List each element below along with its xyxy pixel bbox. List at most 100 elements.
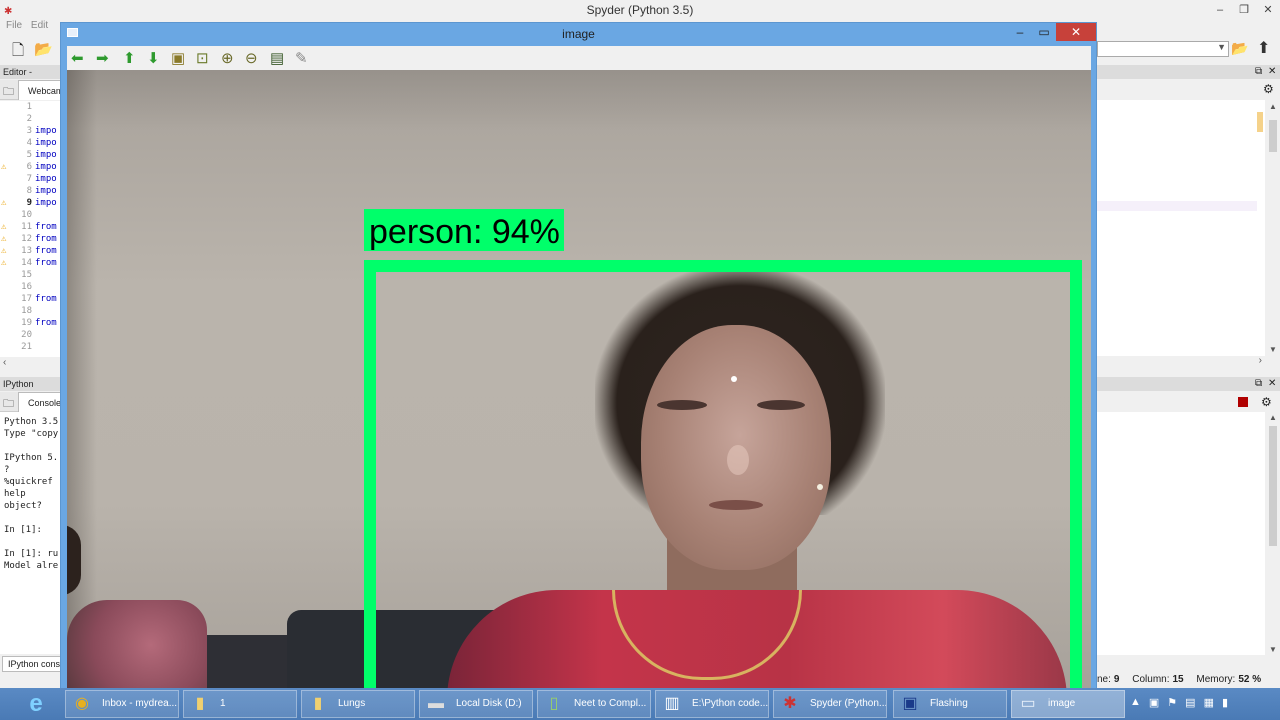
volume-icon[interactable]: ▤ xyxy=(1185,696,1195,712)
ipython-console-tab[interactable]: IPython console xyxy=(2,656,62,672)
maximize-button[interactable]: ▭ xyxy=(1032,23,1056,41)
working-directory-combo[interactable]: ▼ xyxy=(1097,41,1229,57)
close-button[interactable]: ✕ xyxy=(1256,0,1280,20)
code-line[interactable]: ⚠ 13 from xyxy=(0,245,62,257)
gear-icon[interactable]: ⚙ xyxy=(1261,395,1272,409)
network-icon[interactable]: ▣ xyxy=(1149,696,1159,712)
warning-icon[interactable]: ⚠ xyxy=(1,245,6,257)
browse-tabs-icon[interactable]: 🗀 xyxy=(3,83,14,102)
code-line[interactable]: 15 xyxy=(0,269,62,281)
scroll-up-icon[interactable]: ▲ xyxy=(1269,413,1277,422)
editor-horizontal-scrollbar[interactable]: ‹ xyxy=(0,357,62,370)
code-line[interactable]: 21 xyxy=(0,341,62,353)
maximize-button[interactable]: ❐ xyxy=(1232,0,1256,20)
internet-explorer-icon[interactable]: e xyxy=(22,690,50,718)
taskbar-item[interactable]: ▭ image xyxy=(1011,690,1125,718)
code-line[interactable]: 8 impo xyxy=(0,185,62,197)
scroll-thumb[interactable] xyxy=(1269,426,1277,546)
minimize-button[interactable]: – xyxy=(1208,0,1232,20)
code-line[interactable]: 4 impo xyxy=(0,137,62,149)
zoom-in-icon[interactable]: ⊕ xyxy=(221,49,234,67)
parent-directory-icon[interactable]: ⬆ xyxy=(1257,38,1270,58)
gear-icon[interactable]: ⚙ xyxy=(1263,82,1274,96)
flag-icon[interactable]: ⚑ xyxy=(1167,696,1177,712)
code-line[interactable]: 16 xyxy=(0,281,62,293)
undock-icon[interactable]: ⧉ xyxy=(1255,66,1262,77)
webcam-image[interactable]: person: 94% xyxy=(67,70,1091,690)
arrow-up-icon[interactable]: ⬆ xyxy=(123,49,136,67)
code-line[interactable]: 10 xyxy=(0,209,62,221)
menu-file[interactable]: File xyxy=(6,20,22,31)
code-line[interactable]: ⚠ 12 from xyxy=(0,233,62,245)
save-icon[interactable]: ▤ xyxy=(270,49,284,67)
scroll-thumb[interactable] xyxy=(1269,120,1277,152)
scroll-down-icon[interactable]: ▼ xyxy=(1269,345,1277,354)
warning-icon[interactable]: ⚠ xyxy=(1,233,6,245)
keyboard-icon[interactable]: ▦ xyxy=(1204,696,1214,712)
taskbar-item[interactable]: ▣ Flashing xyxy=(893,690,1007,718)
code-line[interactable]: ⚠ 9 impo xyxy=(0,197,62,209)
taskbar-item[interactable]: ▥ E:\Python code... xyxy=(655,690,769,718)
scroll-up-icon[interactable]: ▲ xyxy=(1269,102,1277,111)
undock-icon[interactable]: ⧉ xyxy=(1255,378,1262,389)
chevron-up-icon[interactable]: ▲ xyxy=(1130,696,1141,712)
right-top-scrollbar[interactable]: ▲ ▼ xyxy=(1257,100,1280,356)
taskbar-item[interactable]: ▬ Local Disk (D:) xyxy=(419,690,533,718)
code-line[interactable]: 18 xyxy=(0,305,62,317)
code-line[interactable]: 7 impo xyxy=(0,173,62,185)
stop-icon[interactable] xyxy=(1238,397,1248,407)
close-button[interactable]: ✕ xyxy=(1056,23,1096,41)
code-line[interactable]: 20 xyxy=(0,329,62,341)
warning-icon[interactable]: ⚠ xyxy=(1,221,6,233)
image-window-titlebar[interactable]: image – ▭ ✕ xyxy=(61,23,1096,45)
taskbar-item-label: 1 xyxy=(220,698,226,709)
scroll-down-icon[interactable]: ▼ xyxy=(1269,645,1277,654)
power-icon[interactable]: ▮ xyxy=(1222,696,1228,712)
code-line[interactable]: 19 from xyxy=(0,317,62,329)
taskbar: e ◉ Inbox - mydrea... ▮ 1 ▮ Lungs ▬ Local Disk … xyxy=(0,688,1280,720)
right-bottom-pane[interactable] xyxy=(1097,412,1265,655)
code-line[interactable]: 3 impo xyxy=(0,125,62,137)
taskbar-item[interactable]: ◉ Inbox - mydrea... xyxy=(65,690,179,718)
right-top-hscrollbar[interactable]: › xyxy=(1097,355,1265,368)
image-window[interactable]: image – ▭ ✕ ⬅ ➡ ⬆ ⬇ ▣ ⊡ ⊕ ⊖ ▤ ✎ person: … xyxy=(60,22,1097,690)
close-pane-icon[interactable]: ✕ xyxy=(1268,378,1276,389)
code-text: impo xyxy=(35,174,57,184)
open-folder-icon[interactable]: 📂 xyxy=(34,40,53,58)
properties-icon[interactable]: ✎ xyxy=(295,49,308,67)
code-line[interactable]: 5 impo xyxy=(0,149,62,161)
taskbar-item[interactable]: ▯ Neet to Compl... xyxy=(537,690,651,718)
warning-icon[interactable]: ⚠ xyxy=(1,161,6,173)
browse-folder-icon[interactable]: 📂 xyxy=(1231,40,1248,57)
image-icon[interactable]: ▣ xyxy=(171,49,185,67)
code-line[interactable]: 2 xyxy=(0,113,62,125)
code-line[interactable]: ⚠ 11 from xyxy=(0,221,62,233)
status-column-label: Column: xyxy=(1132,674,1170,685)
arrow-right-icon[interactable]: ➡ xyxy=(96,49,109,67)
warning-icon[interactable]: ⚠ xyxy=(1,197,6,209)
arrow-down-icon[interactable]: ⬇ xyxy=(147,49,160,67)
code-line[interactable]: ⚠ 6 impo xyxy=(0,161,62,173)
code-line[interactable]: 1 xyxy=(0,101,62,113)
right-bottom-scrollbar[interactable]: ▲ ▼ xyxy=(1266,412,1280,655)
code-editor[interactable]: 1 2 3 impo 4 impo 5 impo ⚠ 6 impo 7 impo 8 impo ⚠ 9 impo 1… xyxy=(0,101,62,357)
code-line[interactable]: 17 from xyxy=(0,293,62,305)
code-line[interactable]: ⚠ 14 from xyxy=(0,257,62,269)
right-top-pane[interactable] xyxy=(1097,100,1265,356)
taskbar-item[interactable]: ▮ 1 xyxy=(183,690,297,718)
warning-icon[interactable]: ⚠ xyxy=(1,257,6,269)
editor-tab[interactable]: Webcam xyxy=(18,80,62,100)
console-output[interactable]: Python 3.5. Type "copy IPython 5.? %quickre… xyxy=(0,412,62,654)
scroll-right-icon[interactable]: › xyxy=(1259,355,1262,366)
zoom-out-icon[interactable]: ⊖ xyxy=(245,49,258,67)
minimize-button[interactable]: – xyxy=(1008,23,1032,41)
close-pane-icon[interactable]: ✕ xyxy=(1268,66,1276,77)
menu-edit[interactable]: Edit xyxy=(31,20,48,31)
taskbar-item[interactable]: ▮ Lungs xyxy=(301,690,415,718)
fit-icon[interactable]: ⊡ xyxy=(196,49,209,67)
taskbar-item[interactable]: ✱ Spyder (Python... xyxy=(773,690,887,718)
new-file-icon[interactable]: 🗋 xyxy=(12,40,24,65)
scroll-left-icon[interactable]: ‹ xyxy=(3,357,6,368)
arrow-left-icon[interactable]: ⬅ xyxy=(71,49,84,67)
console-tab[interactable]: Console xyxy=(18,392,62,412)
